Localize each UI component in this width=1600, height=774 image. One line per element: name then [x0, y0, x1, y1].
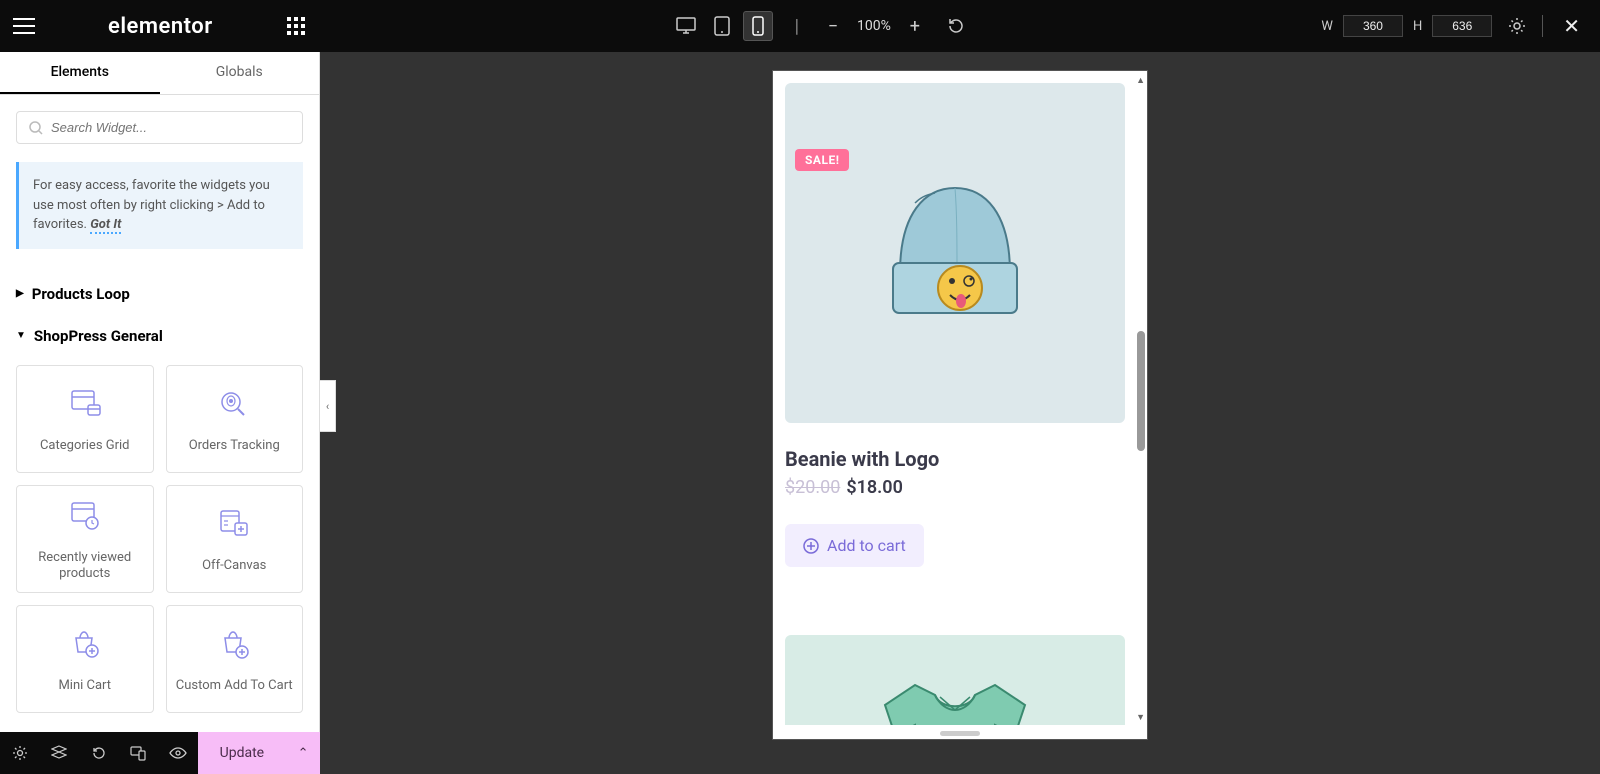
price-old: $20.00 [785, 477, 840, 498]
mobile-device-icon[interactable] [743, 11, 773, 41]
sidebar-collapse-handle[interactable]: ‹ [320, 380, 336, 432]
update-options-button[interactable]: ⌃ [286, 732, 320, 774]
shirt-illustration [845, 655, 1065, 725]
search-widget-input[interactable] [51, 120, 290, 135]
zoom-in-button[interactable]: + [903, 16, 927, 37]
height-input[interactable] [1432, 15, 1492, 37]
search-widget-box[interactable] [16, 111, 303, 144]
separator: | [795, 16, 799, 37]
tab-globals[interactable]: Globals [160, 52, 320, 94]
divider [1542, 15, 1543, 37]
elementor-logo: elementor [108, 14, 213, 39]
widget-label: Categories Grid [34, 438, 136, 454]
footer-settings-icon[interactable] [0, 732, 40, 774]
device-frame: ▲ SALE! [772, 70, 1148, 740]
footer-history-icon[interactable] [79, 732, 119, 774]
zoom-level: 100% [857, 18, 891, 34]
orders-tracking-icon [218, 384, 250, 424]
topbar-center: | − 100% + [320, 11, 1321, 41]
add-to-cart-label: Add to cart [827, 536, 906, 555]
sidebar: Elements Globals For easy access, favori… [0, 52, 320, 732]
recently-viewed-icon [68, 496, 102, 536]
sidebar-tabs: Elements Globals [0, 52, 319, 95]
device-scrollbar[interactable] [1137, 331, 1145, 451]
widget-label: Custom Add To Cart [170, 678, 299, 694]
plus-circle-icon [803, 538, 819, 554]
device-resize-handle-bottom[interactable] [940, 731, 980, 736]
add-to-cart-button[interactable]: Add to cart [785, 524, 924, 567]
section-label: Products Loop [32, 285, 130, 303]
footer-preview-icon[interactable] [158, 732, 198, 774]
widget-custom-add-to-cart[interactable]: Custom Add To Cart [166, 605, 304, 713]
device-viewport[interactable]: SALE! Beanie with Lo [773, 71, 1135, 725]
topbar: elementor | − 100% + [0, 0, 1600, 52]
zoom-controls: − 100% + [821, 16, 971, 37]
price-new: $18.00 [846, 477, 903, 498]
update-label: Update [220, 745, 264, 761]
widget-categories-grid[interactable]: Categories Grid [16, 365, 154, 473]
chevron-down-icon: ▼ [16, 330, 26, 341]
chevron-up-icon: ⌃ [298, 746, 309, 761]
reset-zoom-button[interactable] [947, 17, 971, 35]
beanie-illustration [865, 163, 1045, 343]
product-card: SALE! Beanie with Lo [773, 71, 1135, 579]
height-label: H [1413, 19, 1422, 34]
settings-icon[interactable] [1508, 17, 1526, 35]
info-box: For easy access, favorite the widgets yo… [16, 162, 303, 249]
topbar-right: W H ✕ [1321, 14, 1600, 38]
width-input[interactable] [1343, 15, 1403, 37]
info-gotit-link[interactable]: Got It [90, 217, 121, 234]
chevron-right-icon: ▶ [16, 288, 24, 299]
info-text: For easy access, favorite the widgets yo… [33, 178, 270, 232]
device-switcher [671, 11, 773, 41]
product-price: $20.00 $18.00 [785, 477, 1123, 498]
section-products-loop[interactable]: ▶ Products Loop [16, 273, 303, 315]
off-canvas-icon [217, 504, 251, 544]
widget-label: Recently viewed products [17, 550, 153, 581]
zoom-out-button[interactable]: − [821, 16, 845, 37]
categories-grid-icon [68, 384, 102, 424]
product-card-2 [773, 623, 1135, 725]
widget-recently-viewed[interactable]: Recently viewed products [16, 485, 154, 593]
canvas: ▲ SALE! [320, 52, 1600, 774]
widget-orders-tracking[interactable]: Orders Tracking [166, 365, 304, 473]
mini-cart-icon [69, 624, 101, 664]
width-label: W [1321, 19, 1333, 34]
widget-mini-cart[interactable]: Mini Cart [16, 605, 154, 713]
close-button[interactable]: ✕ [1559, 14, 1584, 38]
tab-elements[interactable]: Elements [0, 52, 160, 94]
product-image-2[interactable] [785, 635, 1125, 725]
sidebar-body: For easy access, favorite the widgets yo… [0, 95, 319, 732]
desktop-device-icon[interactable] [671, 11, 701, 41]
widget-label: Orders Tracking [183, 438, 286, 454]
product-image[interactable]: SALE! [785, 83, 1125, 423]
apps-grid-icon[interactable] [272, 0, 320, 52]
section-shoppress-general[interactable]: ▼ ShopPress General [16, 315, 303, 357]
widget-label: Mini Cart [52, 678, 117, 694]
scroll-up-arrow[interactable]: ▲ [1136, 75, 1145, 86]
section-label: ShopPress General [34, 327, 163, 345]
update-button[interactable]: Update [198, 732, 286, 774]
chevron-left-icon: ‹ [326, 400, 329, 413]
tablet-device-icon[interactable] [707, 11, 737, 41]
widget-grid: Categories Grid Orders Tracking Recently… [16, 365, 303, 713]
widget-label: Off-Canvas [196, 558, 272, 574]
custom-add-to-cart-icon [218, 624, 250, 664]
topbar-left: elementor [0, 0, 320, 52]
footer-navigator-icon[interactable] [40, 732, 80, 774]
footer-responsive-icon[interactable] [119, 732, 159, 774]
sale-badge: SALE! [795, 149, 849, 171]
product-title[interactable]: Beanie with Logo [785, 447, 1123, 471]
scroll-down-arrow[interactable]: ▼ [1136, 712, 1145, 723]
menu-button[interactable] [0, 0, 48, 52]
widget-off-canvas[interactable]: Off-Canvas [166, 485, 304, 593]
footer-bar: Update ⌃ [0, 732, 320, 774]
